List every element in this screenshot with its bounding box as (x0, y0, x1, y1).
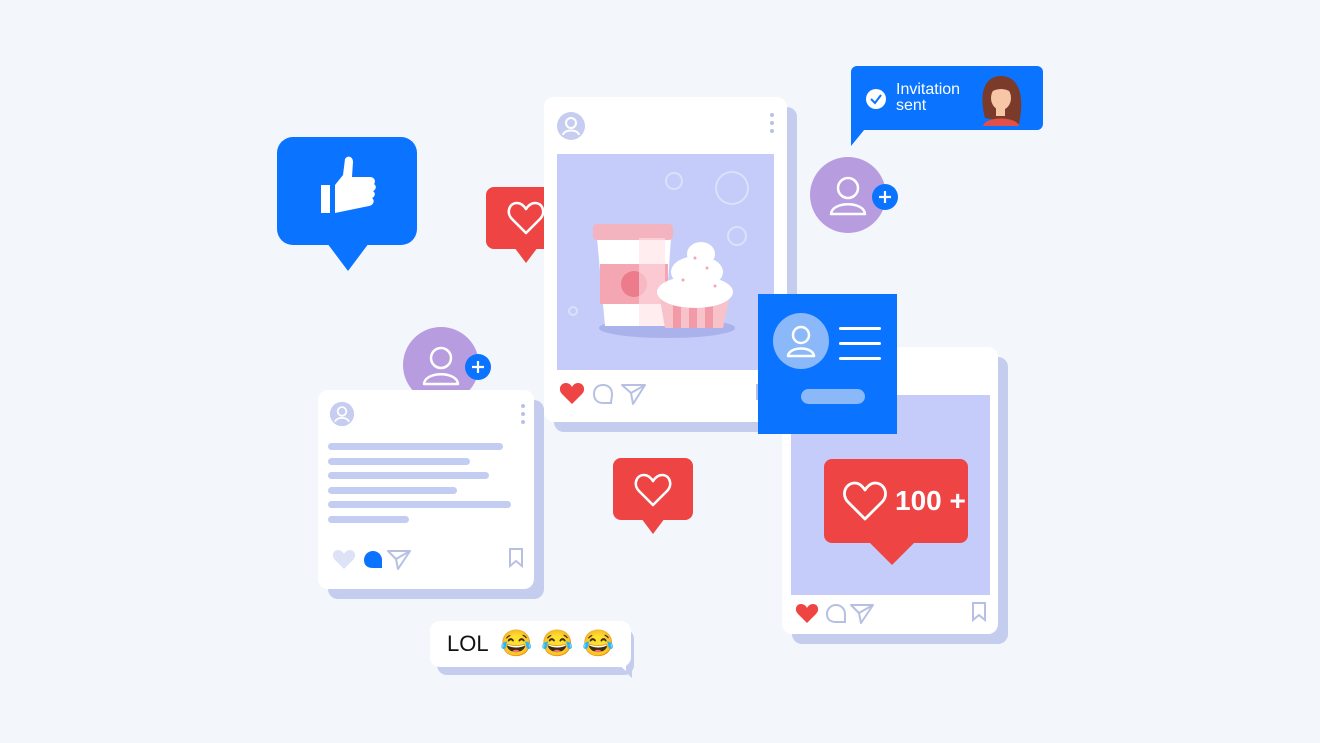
user-avatar-icon (557, 112, 585, 140)
text-post-card (318, 390, 534, 589)
profile-avatar-icon (773, 313, 829, 369)
add-friend-badge[interactable] (810, 157, 900, 237)
post-image (557, 154, 774, 370)
profile-info-line (839, 327, 881, 330)
post-actions (559, 383, 646, 405)
heart-icon[interactable] (559, 383, 585, 404)
post-actions (332, 550, 411, 570)
comment-icon[interactable] (825, 603, 846, 623)
heart-icon[interactable] (795, 604, 819, 623)
laughing-emoji: 😂 (582, 628, 615, 658)
send-icon[interactable] (850, 604, 874, 624)
laughing-emoji: 😂 (541, 628, 574, 658)
profile-info-line (839, 342, 881, 345)
profile-action-button[interactable] (801, 389, 865, 404)
profile-info-line (839, 357, 881, 360)
comment-icon[interactable] (364, 551, 382, 568)
social-media-illustration: Invitation sent 100 + LOL 😂 😂 😂 (0, 0, 1320, 743)
heart-bubble-middle (613, 458, 693, 534)
laughing-emoji: 😂 (500, 628, 533, 658)
lol-text: LOL (447, 631, 489, 656)
user-avatar-icon (329, 401, 355, 427)
more-options-icon[interactable] (770, 113, 774, 137)
comment-icon[interactable] (592, 383, 614, 404)
invitation-text-line2: sent (896, 97, 927, 114)
send-icon[interactable] (621, 384, 646, 405)
bookmark-icon[interactable] (971, 602, 987, 622)
post-actions (795, 603, 874, 624)
profile-card[interactable] (758, 294, 897, 434)
notification-count: 100 + (895, 485, 966, 516)
invitation-text-line1: Invitation (896, 81, 961, 98)
coffee-cup-illustration (593, 224, 673, 326)
like-bubble (277, 137, 417, 271)
woman-avatar-illustration (982, 76, 1022, 126)
more-options-icon[interactable] (521, 404, 525, 428)
heart-icon[interactable] (332, 550, 356, 569)
send-icon[interactable] (387, 550, 411, 570)
main-post-card (544, 97, 787, 422)
invitation-text: Invitation sent (896, 82, 960, 114)
check-icon (866, 89, 886, 109)
bookmark-icon[interactable] (508, 548, 524, 568)
